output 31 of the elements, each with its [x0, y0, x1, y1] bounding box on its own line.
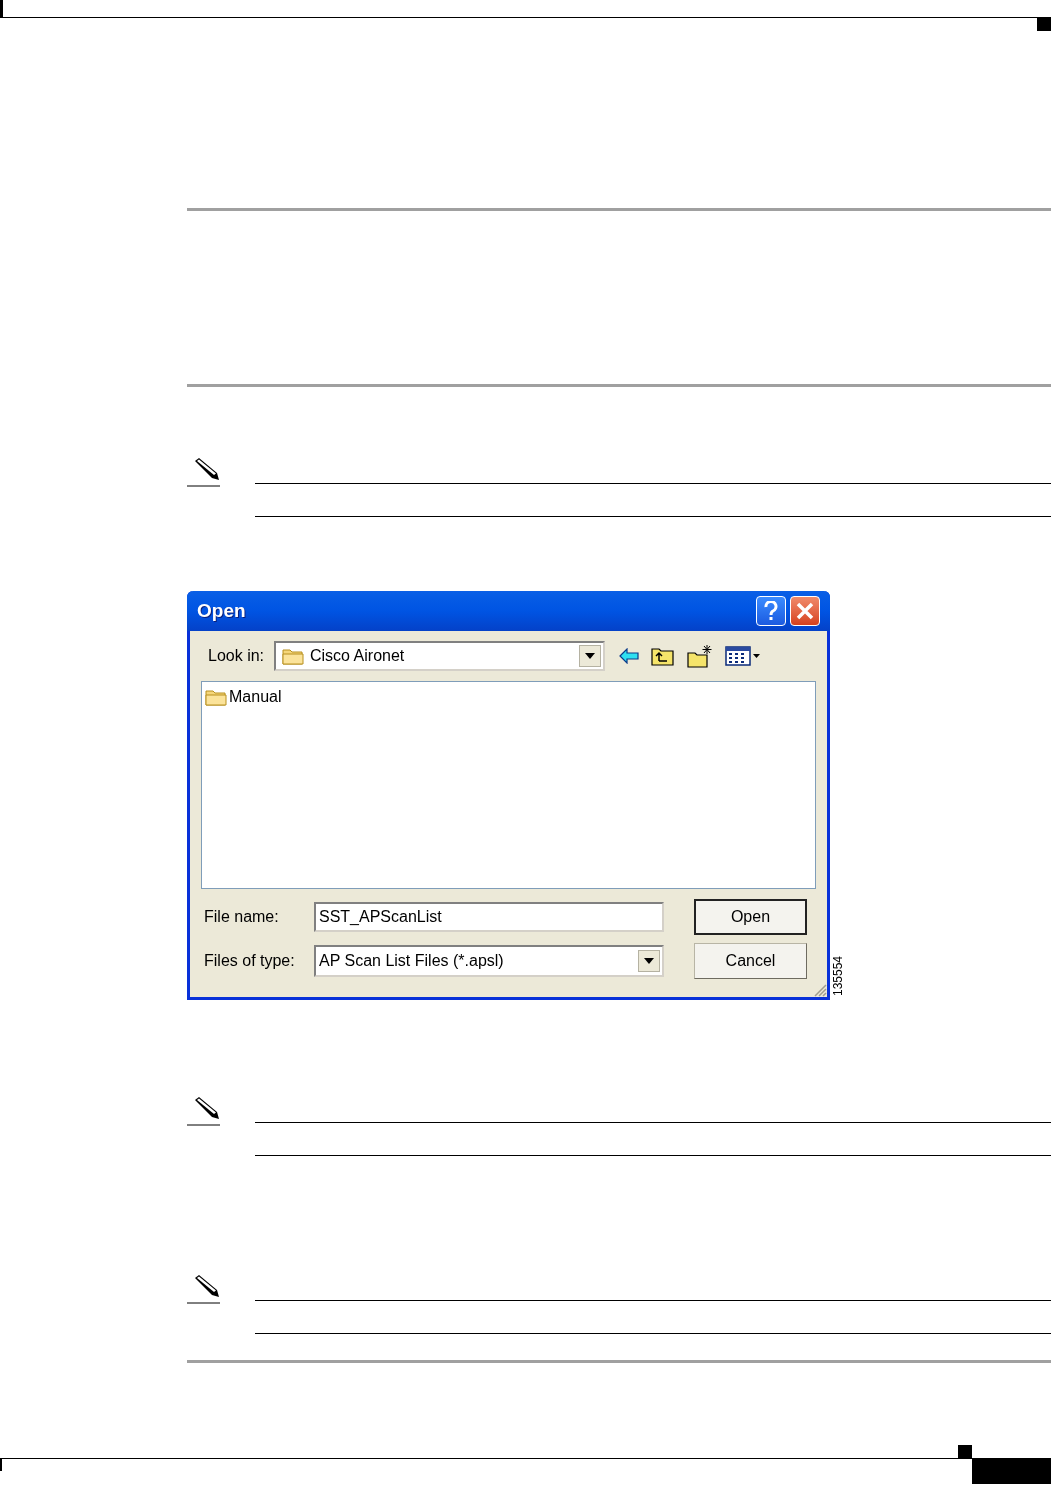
dialog-button[interactable]: Cancel: [694, 943, 807, 979]
dropdown-button[interactable]: [579, 645, 601, 667]
file-type-dropdown[interactable]: AP Scan List Files (*.apsl): [314, 945, 664, 977]
file-name-label: File name:: [204, 907, 280, 927]
up-folder-icon[interactable]: [651, 646, 675, 666]
file-type-value: AP Scan List Files (*.apsl): [319, 951, 505, 971]
close-button[interactable]: [790, 596, 820, 626]
dialog-button[interactable]: Open: [694, 899, 807, 935]
folder-icon: [205, 688, 227, 706]
look-in-dropdown[interactable]: Cisco Aironet: [274, 641, 605, 671]
caret-icon: [644, 958, 654, 964]
pencil-icon: [187, 457, 223, 487]
close-icon: [796, 602, 814, 620]
file-list-item[interactable]: Manual: [229, 685, 282, 709]
folder-icon: [282, 647, 304, 665]
look-in-label: Look in:: [208, 646, 266, 666]
back-arrow-icon[interactable]: [619, 648, 639, 664]
pencil-icon: [187, 1274, 223, 1304]
file-type-label: Files of type:: [204, 951, 296, 971]
pencil-icon: [187, 1096, 223, 1126]
look-in-value: Cisco Aironet: [310, 646, 406, 666]
view-menu-icon[interactable]: [725, 646, 761, 666]
window-title: Open: [197, 598, 247, 623]
file-name-field[interactable]: SST_APScanList: [314, 902, 664, 932]
resize-grip-icon[interactable]: [813, 983, 827, 997]
figure-number: 135554: [832, 955, 844, 996]
caret-icon: [585, 653, 595, 659]
help-button[interactable]: [756, 596, 786, 626]
new-folder-icon[interactable]: [687, 644, 713, 668]
dropdown-button[interactable]: [638, 950, 660, 972]
help-icon: [764, 601, 778, 621]
